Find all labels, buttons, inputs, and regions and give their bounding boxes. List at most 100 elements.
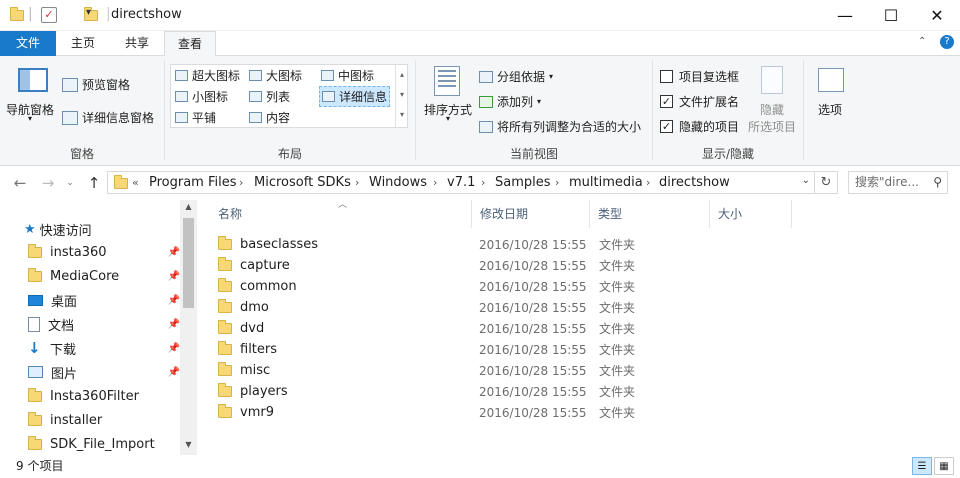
sort-by-icon[interactable] [434, 66, 460, 96]
search-icon[interactable]: ⚲ [933, 172, 942, 193]
nav-pane-scroll-thumb[interactable] [183, 218, 194, 308]
nav-pane-scrollbar[interactable]: ▲ ▼ [180, 200, 197, 455]
options-button[interactable]: 选项 [818, 101, 842, 118]
column-header-type[interactable]: 类型 [590, 200, 710, 228]
table-row[interactable]: baseclasses 2016/10/28 15:55 文件夹 [218, 234, 658, 255]
breadcrumb-separator-icon[interactable]: › [481, 172, 485, 193]
medium-icons-icon [321, 70, 334, 81]
hide-selected-button[interactable]: 隐藏 [760, 101, 784, 118]
address-dropdown-icon[interactable]: ⌄ [802, 175, 810, 186]
tab-share[interactable]: 共享 [110, 31, 164, 56]
breadcrumb-item-current[interactable]: directshow [659, 172, 730, 193]
layout-list[interactable]: 列表 [249, 88, 290, 105]
layout-small-icons[interactable]: 小图标 [175, 88, 228, 105]
table-row[interactable]: capture 2016/10/28 15:55 文件夹 [218, 255, 658, 276]
refresh-button[interactable]: ↻ [815, 171, 838, 194]
preview-pane-button[interactable]: 预览窗格 [62, 76, 130, 93]
breadcrumb-item[interactable]: Windows [369, 172, 427, 193]
table-row[interactable]: vmr9 2016/10/28 15:55 文件夹 [218, 402, 658, 423]
breadcrumb-item[interactable]: v7.1 [447, 172, 475, 193]
table-row[interactable]: common 2016/10/28 15:55 文件夹 [218, 276, 658, 297]
search-input[interactable]: 搜索"dire... ⚲ [848, 171, 948, 194]
breadcrumb-separator-icon[interactable]: › [646, 172, 650, 193]
quick-access-dropdown-icon[interactable]: ▾ [86, 7, 91, 18]
scroll-up-icon[interactable]: ▲ [180, 202, 197, 211]
fit-columns-button[interactable]: 将所有列调整为合适的大小 [479, 118, 641, 135]
breadcrumb-overflow[interactable]: « [132, 172, 139, 193]
pin-icon[interactable]: 📌 [168, 295, 180, 306]
tab-file[interactable]: 文件 [0, 31, 56, 56]
breadcrumb-item[interactable]: Program Files [149, 172, 237, 193]
collapse-ribbon-icon[interactable]: ⌃ [918, 36, 926, 47]
hide-selected-icon[interactable] [761, 66, 783, 94]
file-extensions-toggle[interactable]: ✓ 文件扩展名 [660, 93, 739, 110]
group-label-layout: 布局 [277, 147, 302, 161]
pin-icon[interactable]: 📌 [168, 319, 180, 330]
folder-icon [10, 7, 24, 21]
layout-medium-icons[interactable]: 中图标 [321, 67, 374, 84]
close-button[interactable]: ✕ [914, 0, 960, 31]
layout-gallery-scroll[interactable]: ▴ ▾ ▾ [395, 65, 408, 127]
nav-item-installer[interactable]: installer [28, 408, 180, 432]
column-header-name[interactable]: 名称 [210, 200, 472, 228]
nav-item-sdk-file-import[interactable]: SDK_File_Import [28, 432, 180, 456]
nav-item-documents[interactable]: 文档 📌 [28, 312, 180, 336]
file-extensions-checkbox[interactable]: ✓ [660, 95, 673, 108]
breadcrumb-item[interactable]: Samples [495, 172, 551, 193]
group-by-button[interactable]: 分组依据 ▾ [479, 68, 553, 85]
details-view-button[interactable]: ☰ [912, 457, 932, 475]
hidden-items-checkbox[interactable]: ✓ [660, 120, 673, 133]
column-header-size[interactable]: 大小 [710, 200, 792, 228]
breadcrumb-separator-icon[interactable]: › [239, 172, 243, 193]
back-button[interactable]: ← [8, 167, 32, 199]
table-row[interactable]: dmo 2016/10/28 15:55 文件夹 [218, 297, 658, 318]
scroll-down-icon[interactable]: ▼ [180, 440, 197, 449]
tab-home[interactable]: 主页 [56, 31, 110, 56]
chevron-down-icon[interactable]: ▾ [28, 114, 32, 123]
nav-item-downloads[interactable]: ↓ 下载 📌 [28, 336, 180, 360]
quick-access-header[interactable]: ★ 快速访问 [24, 220, 92, 239]
recent-locations-button[interactable]: ⌄ [62, 167, 78, 199]
navigation-pane-icon[interactable] [18, 68, 48, 92]
item-checkboxes-toggle[interactable]: 项目复选框 [660, 68, 739, 85]
breadcrumb-separator-icon[interactable]: › [355, 172, 359, 193]
pin-icon[interactable]: 📌 [168, 367, 180, 378]
nav-item-insta360filter[interactable]: Insta360Filter [28, 384, 180, 408]
minimize-button[interactable]: — [822, 0, 868, 31]
up-button[interactable]: ↑ [84, 167, 104, 199]
properties-icon[interactable]: ✓ [41, 7, 57, 23]
chevron-down-icon[interactable]: ▾ [446, 114, 450, 123]
table-row[interactable]: filters 2016/10/28 15:55 文件夹 [218, 339, 658, 360]
options-icon[interactable] [818, 68, 844, 92]
item-checkboxes-checkbox[interactable] [660, 70, 673, 83]
nav-item-mediacore[interactable]: MediaCore 📌 [28, 264, 180, 288]
table-row[interactable]: players 2016/10/28 15:55 文件夹 [218, 381, 658, 402]
forward-button[interactable]: → [36, 167, 60, 199]
nav-item-insta360[interactable]: insta360 📌 [28, 240, 180, 264]
nav-item-desktop[interactable]: 桌面 📌 [28, 288, 180, 312]
layout-content[interactable]: 内容 [249, 109, 290, 126]
nav-item-pictures[interactable]: 图片 📌 [28, 360, 180, 384]
address-bar[interactable]: « Program Files › Microsoft SDKs › Windo… [107, 171, 815, 194]
column-header-date[interactable]: 修改日期 [472, 200, 590, 228]
details-pane-button[interactable]: 详细信息窗格 [62, 109, 154, 126]
pin-icon[interactable]: 📌 [168, 343, 180, 354]
layout-large-icons[interactable]: 大图标 [249, 67, 302, 84]
maximize-button[interactable]: ☐ [868, 0, 914, 31]
tab-view[interactable]: 查看 [164, 31, 216, 57]
breadcrumb-separator-icon[interactable]: › [555, 172, 559, 193]
hidden-items-toggle[interactable]: ✓ 隐藏的项目 [660, 118, 739, 135]
large-icons-view-button[interactable]: ▦ [934, 457, 954, 475]
breadcrumb-item[interactable]: Microsoft SDKs [254, 172, 351, 193]
table-row[interactable]: misc 2016/10/28 15:55 文件夹 [218, 360, 658, 381]
breadcrumb-item[interactable]: multimedia [569, 172, 643, 193]
layout-details[interactable]: 详细信息 [319, 86, 391, 107]
pin-icon[interactable]: 📌 [168, 247, 180, 258]
layout-tiles[interactable]: 平铺 [175, 109, 216, 126]
breadcrumb-separator-icon[interactable]: › [433, 172, 437, 193]
add-column-button[interactable]: 添加列 ▾ [479, 93, 541, 110]
layout-extra-large-icons[interactable]: 超大图标 [175, 67, 240, 84]
table-row[interactable]: dvd 2016/10/28 15:55 文件夹 [218, 318, 658, 339]
help-icon[interactable]: ? [940, 35, 954, 49]
pin-icon[interactable]: 📌 [168, 271, 180, 282]
